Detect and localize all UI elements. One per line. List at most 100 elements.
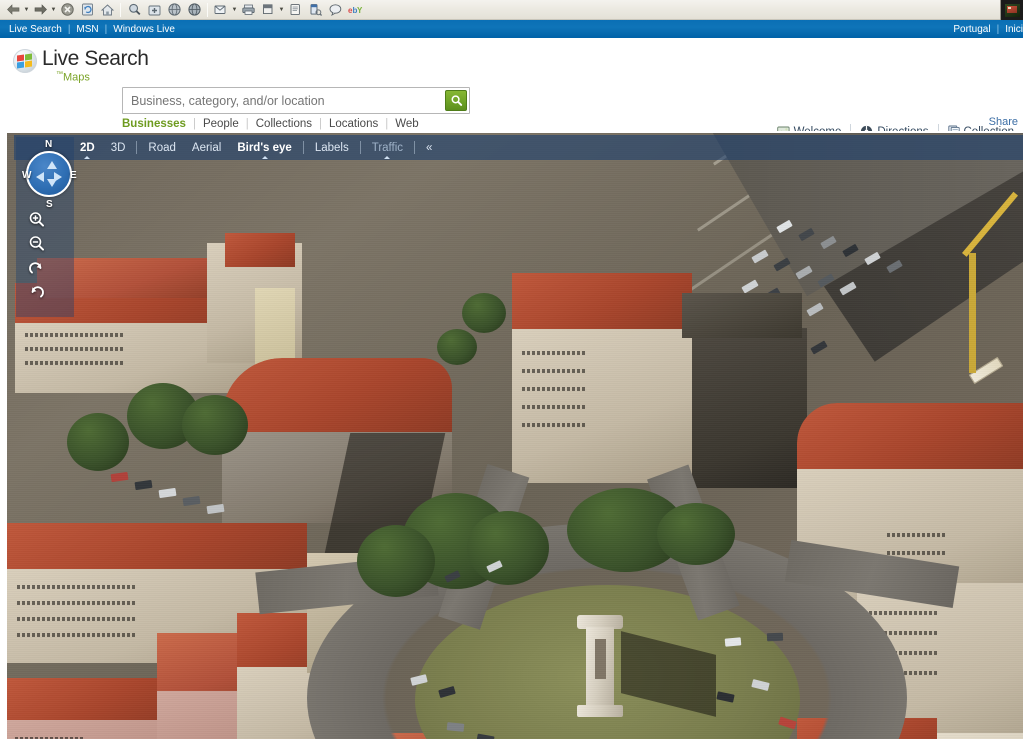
compass-label-east: E: [70, 170, 77, 181]
back-arrow-icon: [6, 4, 19, 15]
zoom-in-button[interactable]: [26, 209, 46, 229]
map-crane-mast: [969, 253, 976, 373]
media-button[interactable]: [164, 1, 184, 19]
forward-button[interactable]: [30, 1, 50, 19]
share-link[interactable]: Share: [989, 116, 1018, 128]
wl-separator: |: [67, 23, 71, 35]
favorites-button[interactable]: [144, 1, 164, 19]
history-globe-icon: [187, 3, 201, 16]
map-style-aerial[interactable]: Aerial: [184, 136, 229, 160]
research-icon: [310, 3, 322, 16]
mail-button[interactable]: [211, 1, 231, 19]
forward-arrow-icon: [34, 4, 47, 15]
logo-tm: ™: [56, 71, 63, 78]
map-toggle-labels[interactable]: Labels: [307, 136, 357, 160]
map-viewport[interactable]: 2D 3D Road Aerial Bird's eye Labels Traf…: [7, 133, 1023, 739]
wl-region-link[interactable]: Portugal: [953, 24, 990, 35]
messenger-button[interactable]: [325, 1, 345, 19]
edit-dropdown[interactable]: ▼: [278, 2, 285, 18]
search-scope-tabs: Businesses | People | Collections | Loca…: [122, 118, 419, 130]
rotate-cw-icon: [28, 261, 41, 273]
mail-icon: [214, 5, 226, 14]
back-dropdown[interactable]: ▼: [23, 2, 30, 18]
history-button[interactable]: [184, 1, 204, 19]
home-icon: [100, 3, 114, 15]
logo-title: Live Search: [42, 47, 149, 70]
map-building: [225, 233, 295, 267]
zoom-out-button[interactable]: [26, 233, 46, 253]
edit-page-icon: [263, 4, 273, 15]
wl-link-live-search[interactable]: Live Search: [9, 24, 62, 35]
magnifier-plus-icon: [29, 211, 44, 227]
tab-people[interactable]: People: [203, 118, 239, 130]
logo-subtitle-text: Maps: [63, 71, 90, 84]
wl-signin-link[interactable]: Inici: [1005, 24, 1023, 35]
forward-dropdown[interactable]: ▼: [50, 2, 57, 18]
map-style-road[interactable]: Road: [140, 136, 184, 160]
rotate-counterclockwise-button[interactable]: [26, 283, 46, 303]
windows-flag-icon: [13, 49, 37, 73]
browser-toolbar: ▼ ▼ ▼ ▼ e b Y: [0, 0, 1023, 20]
map-building: [692, 328, 807, 488]
tab-businesses[interactable]: Businesses: [122, 118, 186, 130]
browser-thumbnail[interactable]: [1000, 0, 1023, 20]
map-toolbar-separator: [136, 141, 138, 154]
map-car: [766, 632, 784, 642]
pan-west-arrow[interactable]: [36, 172, 44, 182]
map-mode-3d[interactable]: 3D: [103, 136, 134, 160]
map-car: [446, 722, 465, 732]
map-toolbar-separator: [359, 141, 361, 154]
compass-label-south: S: [46, 199, 53, 210]
map-toolbar-separator: [302, 141, 304, 154]
rotate-clockwise-button[interactable]: [26, 259, 46, 279]
map-tree: [182, 395, 248, 455]
back-button[interactable]: [3, 1, 23, 19]
logo-subtitle: ™Maps: [56, 69, 149, 84]
map-tree: [437, 329, 477, 365]
compass-rose[interactable]: [26, 151, 72, 197]
map-toggle-traffic[interactable]: Traffic: [364, 136, 411, 160]
map-mode-2d[interactable]: 2D: [72, 136, 103, 160]
map-building: [512, 273, 692, 483]
map-car: [134, 479, 153, 491]
map-monument-base: [577, 705, 623, 717]
tab-separator: |: [385, 118, 389, 130]
map-stage: 2D 3D Road Aerial Bird's eye Labels Traf…: [0, 131, 1023, 739]
print-button[interactable]: [238, 1, 258, 19]
map-building: [682, 293, 802, 338]
discuss-button[interactable]: [285, 1, 305, 19]
stop-button[interactable]: [57, 1, 77, 19]
print-icon: [241, 4, 255, 15]
stop-icon: [60, 3, 74, 16]
tab-separator: |: [245, 118, 249, 130]
tab-collections[interactable]: Collections: [256, 118, 312, 130]
home-button[interactable]: [97, 1, 117, 19]
research-button[interactable]: [305, 1, 325, 19]
tab-web[interactable]: Web: [395, 118, 418, 130]
search-input[interactable]: [123, 89, 445, 112]
map-car: [182, 495, 201, 507]
edit-button[interactable]: [258, 1, 278, 19]
wl-link-windows-live[interactable]: Windows Live: [113, 24, 175, 35]
pan-north-arrow[interactable]: [47, 161, 57, 169]
pan-east-arrow[interactable]: [54, 172, 62, 182]
aerial-imagery: [7, 133, 1023, 739]
map-tree: [357, 525, 435, 597]
map-style-birds-eye[interactable]: Bird's eye: [229, 136, 300, 160]
site-logo[interactable]: Live Search ™Maps: [13, 47, 149, 84]
search-submit-button[interactable]: [445, 90, 467, 111]
search-button[interactable]: [124, 1, 144, 19]
tab-separator: |: [192, 118, 196, 130]
ebay-icon: e b Y: [348, 6, 363, 15]
map-toolbar-collapse[interactable]: «: [418, 136, 440, 160]
search-box[interactable]: [122, 87, 470, 114]
mail-dropdown[interactable]: ▼: [231, 2, 238, 18]
map-toolbar: 2D 3D Road Aerial Bird's eye Labels Traf…: [14, 135, 1023, 160]
map-car: [751, 249, 769, 264]
map-tree: [657, 503, 735, 565]
wl-link-msn[interactable]: MSN: [76, 24, 98, 35]
tab-locations[interactable]: Locations: [329, 118, 378, 130]
refresh-button[interactable]: [77, 1, 97, 19]
svg-text:Y: Y: [357, 6, 363, 15]
ebay-button[interactable]: e b Y: [345, 1, 365, 19]
